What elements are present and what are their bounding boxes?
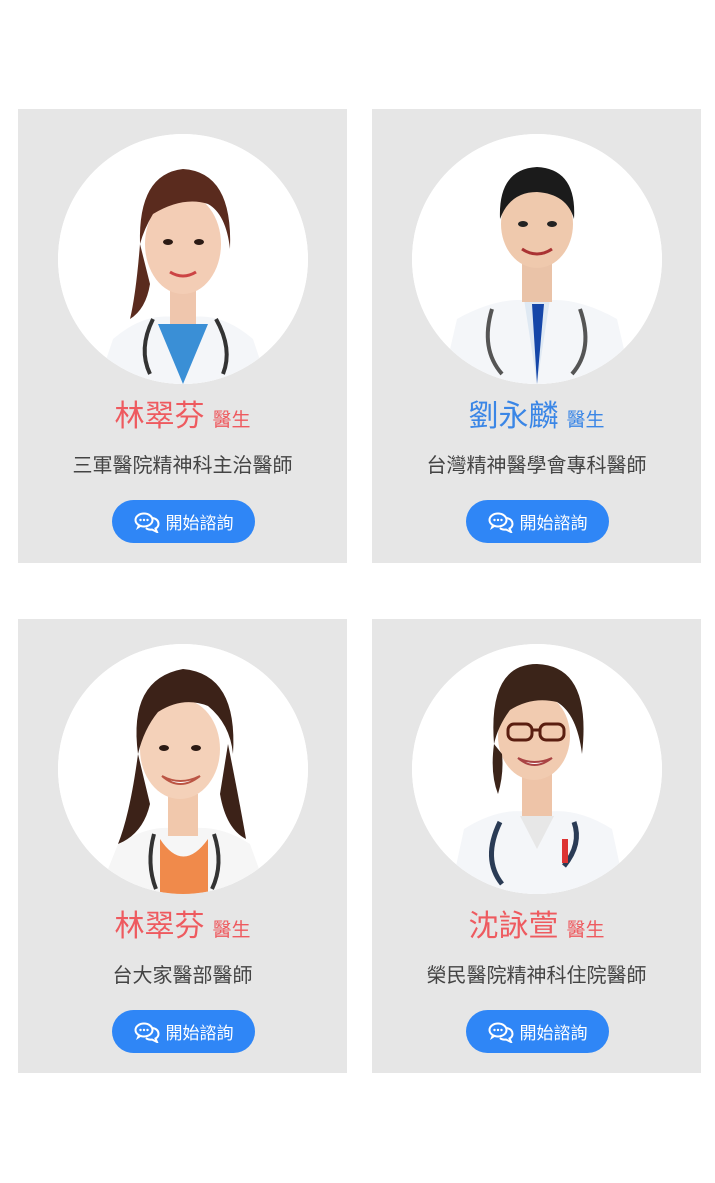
start-consultation-button[interactable]: 開始諮詢 bbox=[466, 500, 609, 543]
chat-bubbles-icon bbox=[134, 1022, 160, 1043]
female-doctor-photo bbox=[58, 134, 308, 384]
doctor-grid: 林翠芬 醫生 三軍醫院精神科主治醫師 開始諮詢 劉永麟 醫生 台灣精神醫學會專科… bbox=[0, 0, 715, 1183]
start-consultation-button[interactable]: 開始諮詢 bbox=[466, 1010, 609, 1053]
doctor-title: 醫生 bbox=[212, 409, 251, 431]
doctor-description: 三軍醫院精神科主治醫師 bbox=[72, 453, 293, 477]
start-consultation-label: 開始諮詢 bbox=[519, 514, 588, 534]
doctor-name: 劉永麟 bbox=[468, 399, 559, 434]
doctor-description: 榮民醫院精神科住院醫師 bbox=[426, 963, 647, 987]
doctor-description: 台灣精神醫學會專科醫師 bbox=[426, 453, 647, 477]
start-consultation-button[interactable]: 開始諮詢 bbox=[112, 1010, 255, 1053]
doctor-name-row: 沈詠萱 醫生 bbox=[372, 909, 701, 945]
chat-bubbles-icon bbox=[488, 1022, 514, 1043]
doctor-name-row: 林翠芬 醫生 bbox=[18, 399, 347, 435]
doctor-avatar bbox=[412, 134, 662, 384]
doctor-title: 醫生 bbox=[566, 409, 605, 431]
doctor-title: 醫生 bbox=[566, 919, 605, 941]
doctor-card: 林翠芬 醫生 台大家醫部醫師 開始諮詢 bbox=[18, 619, 347, 1073]
doctor-name: 沈詠萱 bbox=[468, 909, 559, 944]
chat-bubbles-icon bbox=[134, 512, 160, 533]
male-doctor-photo bbox=[412, 134, 662, 384]
doctor-description: 台大家醫部醫師 bbox=[112, 963, 253, 987]
doctor-title: 醫生 bbox=[212, 919, 251, 941]
start-consultation-label: 開始諮詢 bbox=[519, 1024, 588, 1044]
doctor-card: 沈詠萱 醫生 榮民醫院精神科住院醫師 開始諮詢 bbox=[372, 619, 701, 1073]
doctor-name: 林翠芬 bbox=[114, 399, 205, 434]
doctor-card: 林翠芬 醫生 三軍醫院精神科主治醫師 開始諮詢 bbox=[18, 109, 347, 563]
start-consultation-button[interactable]: 開始諮詢 bbox=[112, 500, 255, 543]
doctor-avatar bbox=[412, 644, 662, 894]
chat-bubbles-icon bbox=[488, 512, 514, 533]
start-consultation-label: 開始諮詢 bbox=[165, 514, 234, 534]
doctor-avatar bbox=[58, 644, 308, 894]
start-consultation-label: 開始諮詢 bbox=[165, 1024, 234, 1044]
female-doctor-photo bbox=[58, 644, 308, 894]
doctor-avatar bbox=[58, 134, 308, 384]
female-doctor-with-glasses-photo bbox=[412, 644, 662, 894]
doctor-name-row: 林翠芬 醫生 bbox=[18, 909, 347, 945]
doctor-name-row: 劉永麟 醫生 bbox=[372, 399, 701, 435]
doctor-name: 林翠芬 bbox=[114, 909, 205, 944]
doctor-card: 劉永麟 醫生 台灣精神醫學會專科醫師 開始諮詢 bbox=[372, 109, 701, 563]
